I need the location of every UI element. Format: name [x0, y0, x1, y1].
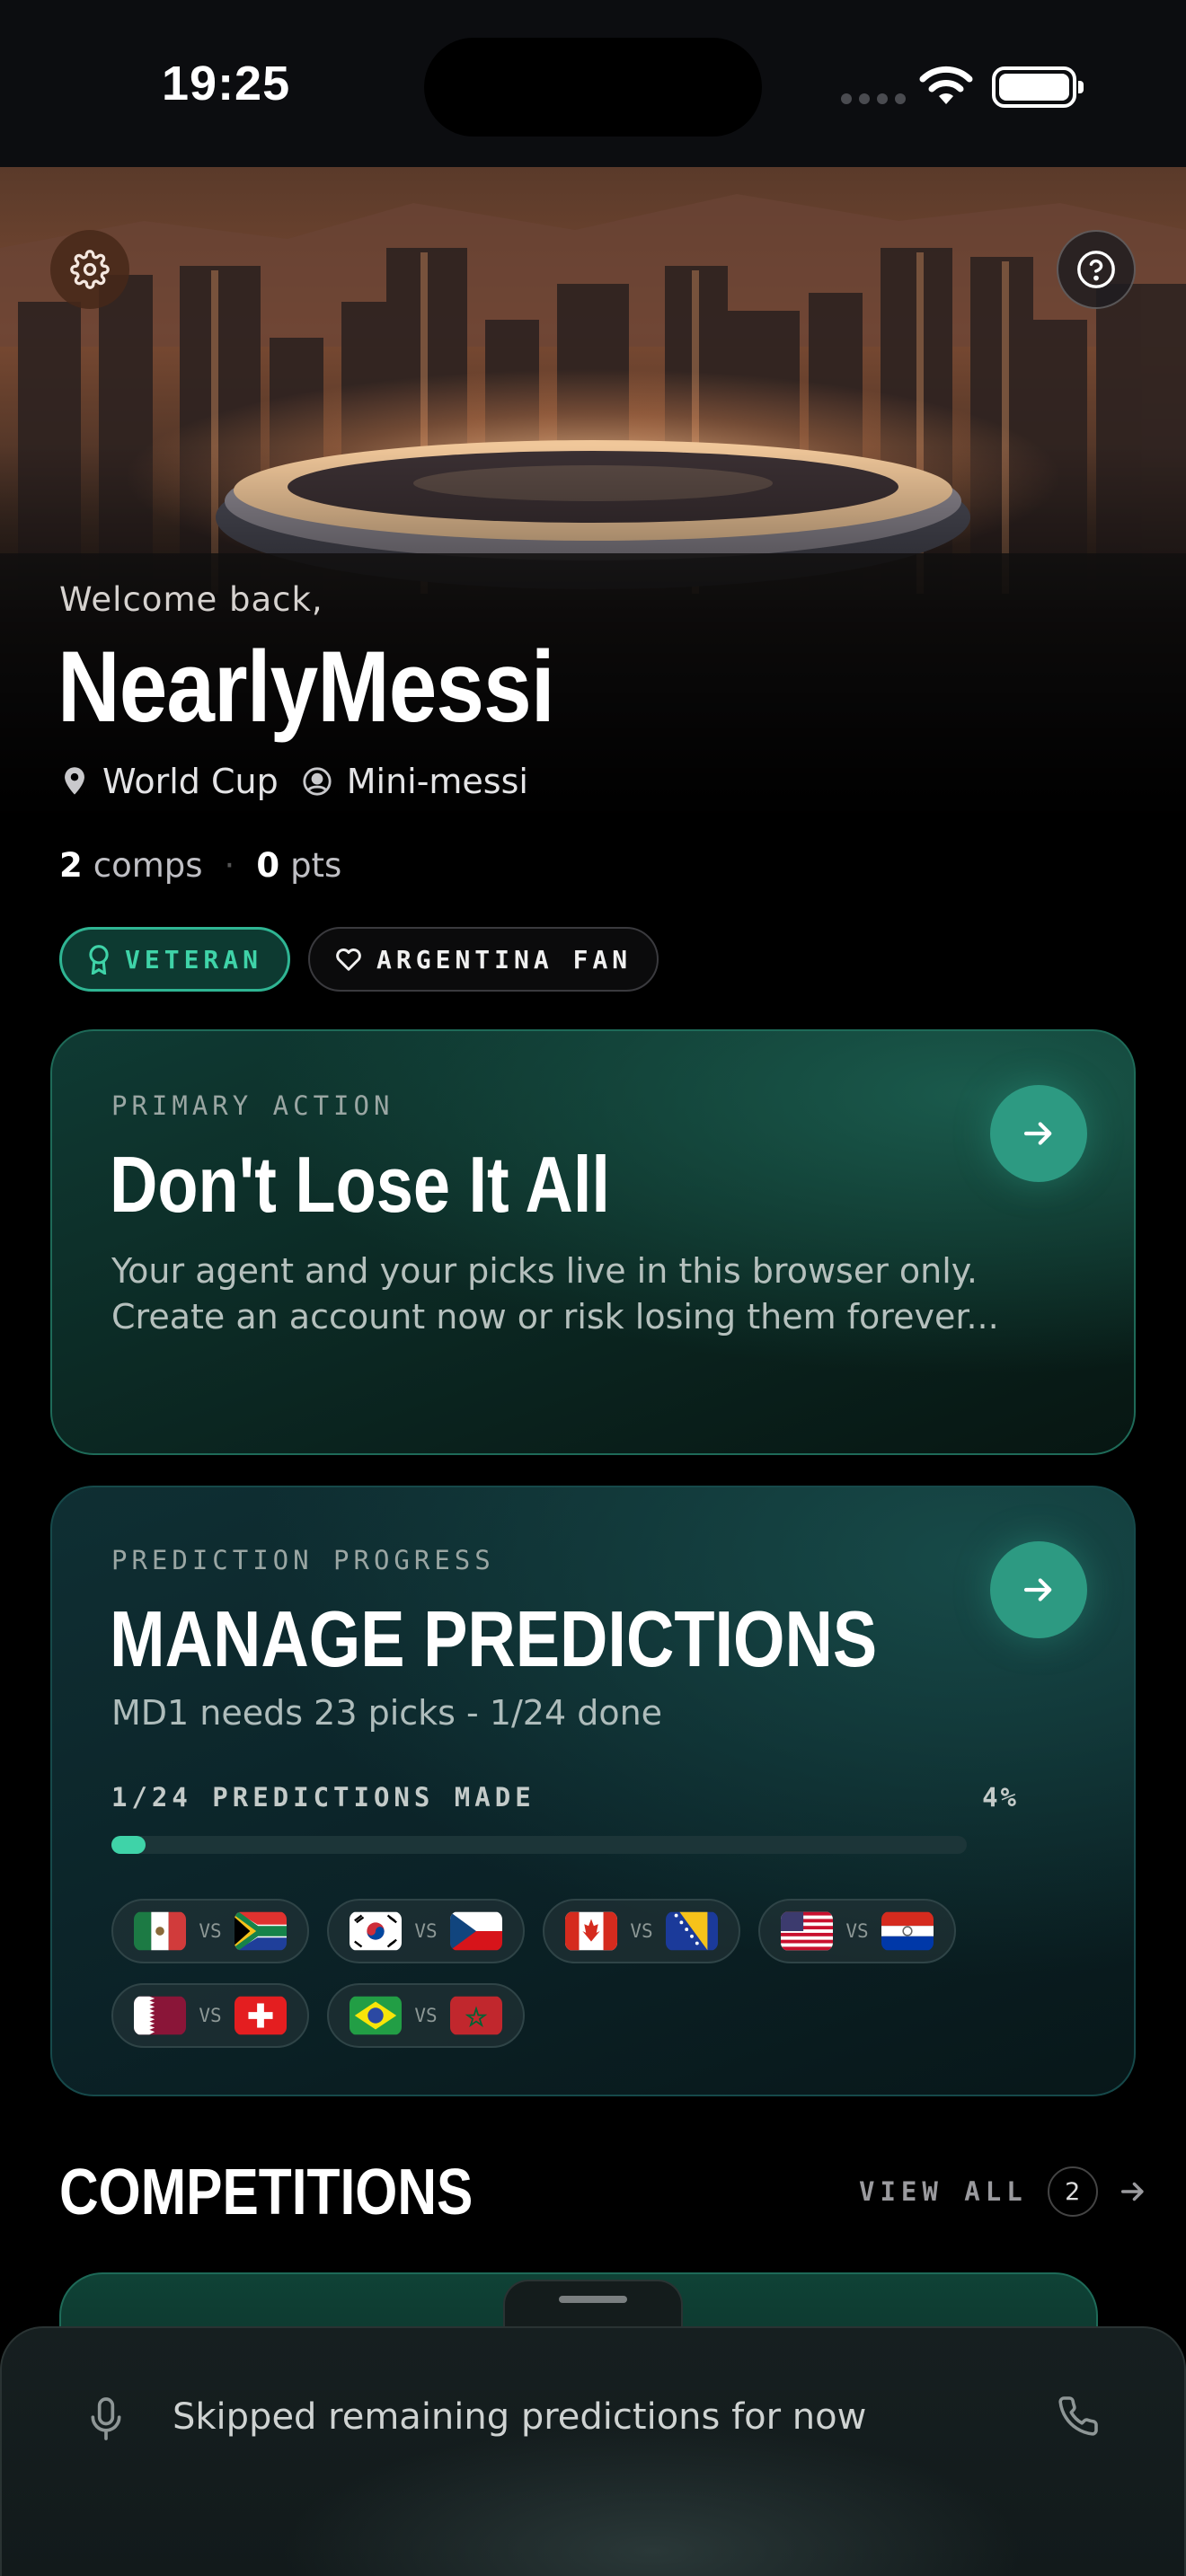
- flag-czech-republic-icon: [449, 1911, 502, 1951]
- card-title: Don't Lose It All: [110, 1140, 610, 1229]
- phone-icon: [1058, 2396, 1098, 2436]
- flag-qatar-icon: [134, 1996, 187, 2035]
- award-icon: [87, 944, 111, 975]
- flag-south-korea-icon: [350, 1911, 403, 1951]
- agent-status-message: Skipped remaining predictions for now: [173, 2396, 867, 2438]
- comps-value: 2: [59, 846, 83, 885]
- manage-predictions-card[interactable]: PREDICTION PROGRESS MANAGE PREDICTIONS M…: [50, 1486, 1136, 2096]
- settings-button[interactable]: [50, 230, 129, 309]
- sheet-handle[interactable]: [559, 2296, 627, 2303]
- role-label: Mini-messi: [346, 762, 528, 801]
- vs-label: VS: [199, 1920, 222, 1942]
- arrow-right-icon: [1120, 2182, 1144, 2201]
- pts-value: 0: [256, 846, 280, 885]
- match-list: VS VS VS VS VS VS: [111, 1899, 992, 2048]
- status-time: 19:25: [162, 57, 291, 110]
- card-subtitle: MD1 needs 23 picks - 1/24 done: [111, 1693, 663, 1733]
- badge-argentina-fan: ARGENTINA FAN: [308, 927, 659, 992]
- flag-united-states-icon: [781, 1911, 834, 1951]
- match-chip[interactable]: VS: [543, 1899, 740, 1963]
- cellular-signal-icon: [841, 93, 906, 104]
- welcome-text: Welcome back,: [59, 580, 323, 619]
- card-body: Your agent and your picks live in this b…: [111, 1251, 999, 1337]
- agent-bottom-sheet: [0, 2326, 1186, 2576]
- location-pin-icon: [61, 766, 88, 797]
- flag-paraguay-icon: [881, 1911, 934, 1951]
- match-chip[interactable]: VS: [758, 1899, 956, 1963]
- vs-label: VS: [414, 2005, 438, 2026]
- card-kicker: PREDICTION PROGRESS: [111, 1545, 495, 1575]
- vs-label: VS: [630, 1920, 653, 1942]
- create-account-card[interactable]: PRIMARY ACTION Don't Lose It All Your ag…: [50, 1029, 1136, 1455]
- comps-label: comps: [93, 846, 203, 885]
- status-bar: 19:25: [0, 0, 1186, 167]
- match-chip[interactable]: VS: [327, 1983, 525, 2048]
- match-chip[interactable]: VS: [327, 1899, 525, 1963]
- badge-label: VETERAN: [125, 944, 263, 975]
- username-heading: NearlyMessi: [58, 631, 555, 743]
- flag-morocco-icon: [449, 1996, 502, 2035]
- battery-icon: [992, 66, 1084, 108]
- card-kicker: PRIMARY ACTION: [111, 1090, 394, 1121]
- progress-percent: 4%: [982, 1782, 1019, 1813]
- badge-veteran: VETERAN: [59, 927, 291, 992]
- flag-switzerland-icon: [234, 1996, 287, 2035]
- competitions-count-badge: 2: [1047, 2166, 1098, 2217]
- dynamic-island: [424, 38, 762, 137]
- location-label: World Cup: [102, 762, 279, 801]
- view-all-label: VIEW ALL: [859, 2176, 1028, 2207]
- match-chip[interactable]: VS: [111, 1899, 309, 1963]
- manage-predictions-arrow-button[interactable]: [990, 1541, 1087, 1638]
- flag-bosnia-icon: [665, 1911, 718, 1951]
- microphone-button[interactable]: [86, 2395, 126, 2447]
- help-icon: [1077, 251, 1115, 288]
- arrow-right-icon: [1023, 1122, 1052, 1145]
- user-stats: 2 comps · 0 pts: [59, 846, 342, 885]
- user-circle-icon: [302, 766, 332, 797]
- competitions-heading: COMPETITIONS: [59, 2157, 474, 2228]
- match-chip[interactable]: VS: [111, 1983, 309, 2048]
- create-account-arrow-button[interactable]: [990, 1085, 1087, 1182]
- progress-label: 1/24 PREDICTIONS MADE: [111, 1782, 535, 1813]
- user-meta: World Cup Mini-messi: [61, 762, 528, 801]
- badge-list: VETERAN ARGENTINA FAN: [59, 927, 659, 992]
- flag-south-africa-icon: [234, 1911, 287, 1951]
- vs-label: VS: [845, 1920, 869, 1942]
- view-all-competitions-link[interactable]: VIEW ALL 2: [859, 2166, 1148, 2217]
- card-title: MANAGE PREDICTIONS: [110, 1594, 878, 1683]
- badge-label: ARGENTINA FAN: [376, 944, 633, 975]
- call-button[interactable]: [1057, 2395, 1100, 2441]
- progress-fill: [111, 1836, 146, 1854]
- vs-label: VS: [414, 1920, 438, 1942]
- heart-icon: [335, 947, 362, 972]
- pts-label: pts: [290, 846, 342, 885]
- wifi-icon: [919, 66, 973, 104]
- microphone-icon: [91, 2397, 121, 2440]
- flag-mexico-icon: [134, 1911, 187, 1951]
- flag-canada-icon: [565, 1911, 618, 1951]
- gear-icon: [70, 250, 110, 289]
- vs-label: VS: [199, 2005, 222, 2026]
- flag-brazil-icon: [350, 1996, 403, 2035]
- progress-bar: [111, 1836, 967, 1854]
- arrow-right-icon: [1023, 1578, 1052, 1601]
- help-button[interactable]: [1057, 230, 1136, 309]
